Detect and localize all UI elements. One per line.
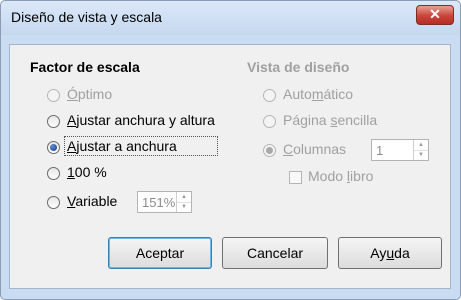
option-fit-width-height-label[interactable]: Ajustar anchura y altura bbox=[67, 112, 215, 128]
radio-optimal bbox=[47, 89, 60, 102]
book-mode-checkbox bbox=[289, 171, 302, 184]
scale-factor-heading: Factor de escala bbox=[30, 59, 140, 75]
dialog-window: Diseño de vista y escala ✕ Factor de esc… bbox=[0, 0, 461, 300]
book-mode-label: Modo libro bbox=[308, 168, 374, 184]
view-layout-heading: Vista de diseño bbox=[247, 59, 350, 75]
option-automatic-label: Automático bbox=[283, 86, 354, 102]
radio-fit-width[interactable] bbox=[47, 141, 60, 154]
help-button[interactable]: Ayuda bbox=[338, 237, 442, 269]
option-100-percent-label[interactable]: 100 % bbox=[67, 164, 107, 180]
option-fit-width-label[interactable]: Ajustar a anchura bbox=[67, 138, 177, 154]
option-variable-label[interactable]: Variable bbox=[67, 193, 117, 209]
dialog-title: Diseño de vista y escala bbox=[11, 9, 162, 25]
variable-zoom-spinbox[interactable]: 151% ▲ ▼ bbox=[137, 191, 192, 213]
option-single-page-label: Página sencilla bbox=[283, 112, 378, 128]
radio-automatic bbox=[263, 89, 276, 102]
radio-100-percent[interactable] bbox=[47, 167, 60, 180]
title-bar[interactable]: Diseño de vista y escala ✕ bbox=[1, 1, 460, 35]
cancel-button[interactable]: Cancelar bbox=[222, 237, 328, 269]
columns-value: 1 bbox=[376, 143, 384, 158]
close-button[interactable]: ✕ bbox=[416, 5, 454, 25]
spin-down-icon[interactable]: ▼ bbox=[177, 202, 191, 212]
radio-fit-width-height[interactable] bbox=[47, 115, 60, 128]
columns-spinbox: 1 ▲ ▼ bbox=[371, 139, 429, 161]
accept-button[interactable]: Aceptar bbox=[108, 237, 212, 269]
radio-single-page bbox=[263, 115, 276, 128]
spin-down-icon: ▼ bbox=[418, 152, 424, 158]
variable-zoom-value: 151% bbox=[142, 195, 176, 210]
variable-zoom-spin-buttons[interactable]: ▲ ▼ bbox=[176, 192, 191, 212]
radio-columns bbox=[263, 144, 276, 157]
close-icon: ✕ bbox=[429, 6, 441, 22]
option-optimal-label: Óptimo bbox=[67, 86, 113, 102]
radio-variable[interactable] bbox=[47, 196, 60, 209]
columns-spin-buttons: ▲ ▼ bbox=[413, 140, 428, 160]
option-columns-label: Columnas bbox=[283, 141, 347, 157]
